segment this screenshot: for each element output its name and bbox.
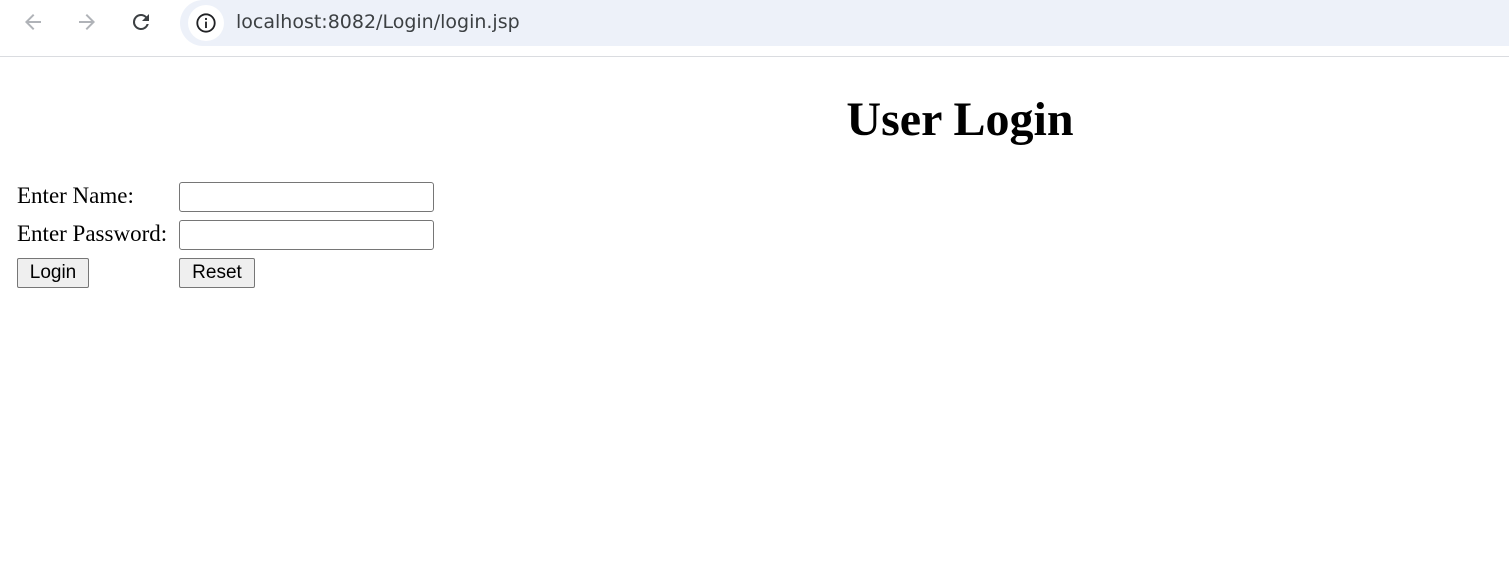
back-button[interactable] <box>17 6 49 38</box>
reset-button[interactable]: Reset <box>179 258 255 288</box>
name-label: Enter Name: <box>17 183 134 208</box>
password-input[interactable] <box>179 220 434 250</box>
arrow-left-icon <box>25 14 41 30</box>
url-text[interactable]: localhost:8082/Login/login.jsp <box>236 11 520 33</box>
name-input[interactable] <box>179 182 434 212</box>
reload-icon <box>132 13 149 30</box>
forward-button[interactable] <box>71 6 103 38</box>
site-info-button[interactable] <box>188 5 224 41</box>
password-label: Enter Password: <box>17 221 168 246</box>
reload-button[interactable] <box>125 6 157 38</box>
address-bar[interactable]: localhost:8082/Login/login.jsp <box>180 0 1509 46</box>
login-button[interactable]: Login <box>17 258 89 288</box>
info-circle-icon <box>196 13 216 33</box>
page-title: User Login <box>846 93 1074 146</box>
arrow-right-icon <box>79 14 95 30</box>
browser-toolbar: localhost:8082/Login/login.jsp <box>0 0 1509 57</box>
page-content: User Login Enter Name: Enter Password: L… <box>0 57 1509 578</box>
